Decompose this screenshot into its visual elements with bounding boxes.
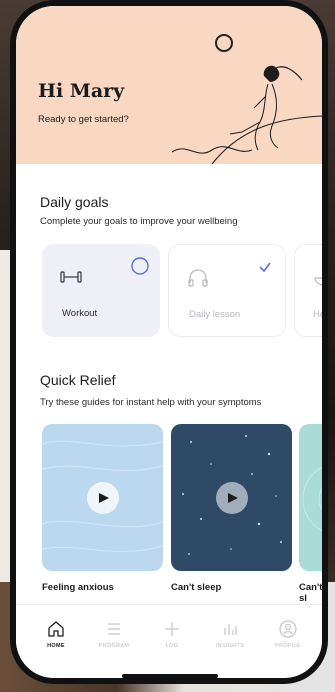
relief-label-third: Can't sl bbox=[299, 582, 322, 604]
relief-card-third[interactable] bbox=[299, 424, 322, 571]
play-icon bbox=[228, 493, 238, 503]
nav-label: PROGRAM bbox=[98, 643, 130, 649]
nav-label: LOG bbox=[165, 643, 179, 649]
play-icon bbox=[99, 493, 109, 503]
goal-card-third[interactable]: Hea bbox=[294, 244, 322, 337]
phone-frame: Hi Mary Ready to get started? Daily goal… bbox=[10, 0, 328, 684]
incomplete-circle-icon bbox=[131, 257, 149, 275]
list-icon bbox=[108, 623, 120, 635]
plus-icon bbox=[165, 622, 179, 636]
camera-icon bbox=[215, 34, 233, 52]
nav-item-program[interactable]: PROGRAM bbox=[86, 619, 142, 649]
quick-relief-subtitle: Try these guides for instant help with y… bbox=[40, 397, 262, 408]
nav-item-log[interactable]: LOG bbox=[144, 619, 200, 649]
nav-label: HOME bbox=[47, 643, 65, 649]
relief-card-cant-sleep[interactable] bbox=[171, 424, 292, 571]
bottom-nav: HOME PROGRAM LOG INSIGHTS PROFILE bbox=[16, 604, 322, 678]
goal-card-workout[interactable]: Workout bbox=[42, 244, 160, 337]
bowl-icon bbox=[314, 277, 322, 286]
greeting-header: Hi Mary Ready to get started? bbox=[16, 6, 322, 164]
relief-card-feeling-anxious[interactable] bbox=[42, 424, 163, 571]
ripple-pattern bbox=[302, 466, 322, 532]
relief-label-cant-sleep: Can't sleep bbox=[171, 582, 222, 593]
greeting-title: Hi Mary bbox=[38, 80, 125, 102]
nav-item-profile[interactable]: PROFILE bbox=[260, 619, 316, 649]
home-indicator[interactable] bbox=[122, 674, 218, 678]
app-screen: Hi Mary Ready to get started? Daily goal… bbox=[16, 6, 322, 678]
nav-item-insights[interactable]: INSIGHTS bbox=[202, 619, 258, 649]
play-button[interactable] bbox=[216, 482, 248, 514]
goal-card-daily-lesson[interactable]: Daily lesson bbox=[168, 244, 286, 337]
goal-label: Hea bbox=[313, 309, 322, 320]
nav-item-home[interactable]: HOME bbox=[28, 619, 84, 649]
daily-goals-subtitle: Complete your goals to improve your well… bbox=[40, 216, 238, 227]
goal-label: Daily lesson bbox=[189, 309, 241, 320]
headphones-icon bbox=[188, 269, 208, 287]
bar-chart-icon bbox=[224, 624, 237, 635]
play-button[interactable] bbox=[87, 482, 119, 514]
goal-label: Workout bbox=[62, 308, 98, 319]
nav-label: PROFILE bbox=[275, 643, 301, 649]
dumbbell-icon bbox=[60, 271, 82, 283]
woman-illustration-icon bbox=[171, 65, 322, 164]
quick-relief-title: Quick Relief bbox=[40, 372, 116, 388]
check-icon bbox=[259, 262, 271, 273]
greeting-subtitle: Ready to get started? bbox=[38, 114, 129, 125]
daily-goals-title: Daily goals bbox=[40, 194, 109, 210]
nav-label: INSIGHTS bbox=[215, 643, 245, 649]
profile-icon bbox=[279, 620, 297, 638]
home-icon bbox=[48, 621, 64, 637]
relief-label-feeling-anxious: Feeling anxious bbox=[42, 582, 114, 593]
